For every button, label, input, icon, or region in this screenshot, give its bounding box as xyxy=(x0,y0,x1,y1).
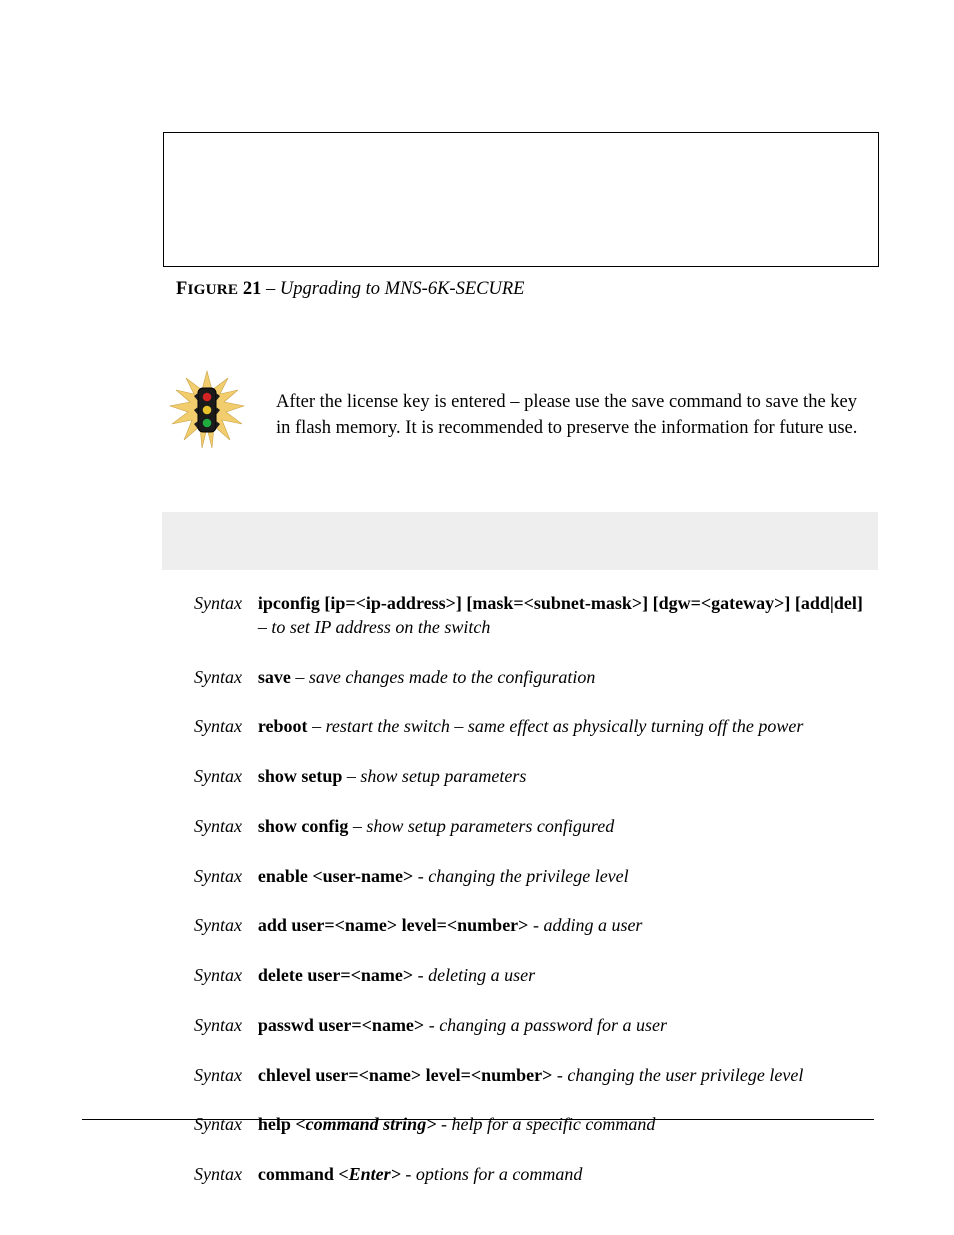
syntax-command-italic: <Enter> xyxy=(338,1164,401,1184)
syntax-label: Syntax xyxy=(194,865,248,889)
syntax-command-italic: <command string> xyxy=(295,1114,436,1134)
syntax-separator: - xyxy=(552,1065,567,1085)
footer-rule xyxy=(82,1119,874,1120)
syntax-label: Syntax xyxy=(194,1163,248,1187)
syntax-description: changing the privilege level xyxy=(428,866,628,886)
syntax-body: save – save changes made to the configur… xyxy=(258,666,866,690)
syntax-entry: Syntax command <Enter> - options for a co… xyxy=(194,1163,866,1187)
syntax-label: Syntax xyxy=(194,1113,248,1137)
syntax-label: Syntax xyxy=(194,1014,248,1038)
syntax-body: command <Enter> - options for a command xyxy=(258,1163,866,1187)
figure-placeholder-box xyxy=(163,132,879,267)
syntax-entry: Syntax reboot – restart the switch – same… xyxy=(194,715,866,739)
syntax-entry: Syntax ipconfig [ip=<ip-address>] [mask=<… xyxy=(194,592,866,640)
figure-caption: FIGURE 21 – Upgrading to MNS-6K-SECURE xyxy=(176,279,524,300)
syntax-description: save changes made to the configuration xyxy=(309,667,595,687)
figure-title: Upgrading to MNS-6K-SECURE xyxy=(280,279,525,299)
syntax-entry: Syntax passwd user=<name> - changing a pa… xyxy=(194,1014,866,1038)
syntax-body: passwd user=<name> - changing a password… xyxy=(258,1014,866,1038)
syntax-entry: Syntax help <command string> - help for a… xyxy=(194,1113,866,1137)
syntax-command: ipconfig [ip=<ip-address>] [mask=<subnet… xyxy=(258,593,863,613)
syntax-separator: – xyxy=(348,816,366,836)
syntax-separator: - xyxy=(528,915,543,935)
syntax-entry: Syntax add user=<name> level=<number> - a… xyxy=(194,914,866,938)
license-save-note: After the license key is entered – pleas… xyxy=(276,390,871,441)
syntax-separator: - xyxy=(436,1114,451,1134)
syntax-body: reboot – restart the switch – same effec… xyxy=(258,715,866,739)
syntax-label: Syntax xyxy=(194,964,248,988)
syntax-description: restart the switch – same effect as phys… xyxy=(326,716,804,736)
syntax-label: Syntax xyxy=(194,666,248,690)
syntax-separator: - xyxy=(401,1164,416,1184)
syntax-command: show setup xyxy=(258,766,343,786)
syntax-description: show setup parameters configured xyxy=(366,816,614,836)
section-heading-band xyxy=(162,512,878,570)
syntax-description: help for a specific command xyxy=(451,1114,655,1134)
syntax-label: Syntax xyxy=(194,715,248,739)
syntax-entry: Syntax show setup – show setup parameters xyxy=(194,765,866,789)
syntax-description: show setup parameters xyxy=(360,766,526,786)
syntax-separator: - xyxy=(424,1015,439,1035)
syntax-body: ipconfig [ip=<ip-address>] [mask=<subnet… xyxy=(258,592,866,640)
syntax-label: Syntax xyxy=(194,1064,248,1088)
syntax-description: changing a password for a user xyxy=(439,1015,667,1035)
syntax-description: options for a command xyxy=(416,1164,583,1184)
syntax-command: help xyxy=(258,1114,296,1134)
syntax-body: show config – show setup parameters conf… xyxy=(258,815,866,839)
syntax-entry: Syntax save – save changes made to the co… xyxy=(194,666,866,690)
syntax-body: chlevel user=<name> level=<number> - cha… xyxy=(258,1064,866,1088)
syntax-separator: – xyxy=(342,766,360,786)
syntax-separator: - xyxy=(413,866,428,886)
syntax-command: passwd user=<name> xyxy=(258,1015,424,1035)
traffic-light-burst-icon xyxy=(168,368,246,458)
syntax-separator: – xyxy=(308,716,326,736)
syntax-entry: Syntax enable <user-name> - changing the … xyxy=(194,865,866,889)
syntax-separator: – xyxy=(258,617,272,637)
figure-number: 21 xyxy=(243,279,262,299)
syntax-command: add user=<name> level=<number> xyxy=(258,915,529,935)
syntax-description: adding a user xyxy=(543,915,642,935)
syntax-body: add user=<name> level=<number> - adding … xyxy=(258,914,866,938)
syntax-body: show setup – show setup parameters xyxy=(258,765,866,789)
syntax-body: delete user=<name> - deleting a user xyxy=(258,964,866,988)
syntax-command: chlevel user=<name> level=<number> xyxy=(258,1065,553,1085)
syntax-label: Syntax xyxy=(194,592,248,616)
syntax-command: command xyxy=(258,1164,339,1184)
syntax-separator: - xyxy=(413,965,428,985)
syntax-entry: Syntax show config – show setup parameter… xyxy=(194,815,866,839)
syntax-body: help <command string> - help for a speci… xyxy=(258,1113,866,1137)
syntax-command: delete user=<name> xyxy=(258,965,413,985)
syntax-description: changing the user privilege level xyxy=(567,1065,803,1085)
syntax-command: save xyxy=(258,667,291,687)
syntax-label: Syntax xyxy=(194,914,248,938)
syntax-command: show config xyxy=(258,816,349,836)
syntax-entry: Syntax chlevel user=<name> level=<number>… xyxy=(194,1064,866,1088)
syntax-label: Syntax xyxy=(194,815,248,839)
syntax-description: to set IP address on the switch xyxy=(271,617,490,637)
syntax-command: enable <user-name> xyxy=(258,866,413,886)
syntax-command: reboot xyxy=(258,716,308,736)
figure-separator: – xyxy=(261,279,280,299)
syntax-body: enable <user-name> - changing the privil… xyxy=(258,865,866,889)
syntax-separator: – xyxy=(291,667,309,687)
syntax-entry: Syntax delete user=<name> - deleting a us… xyxy=(194,964,866,988)
figure-label-word: FIGURE xyxy=(176,279,238,299)
syntax-description: deleting a user xyxy=(428,965,535,985)
syntax-label: Syntax xyxy=(194,765,248,789)
